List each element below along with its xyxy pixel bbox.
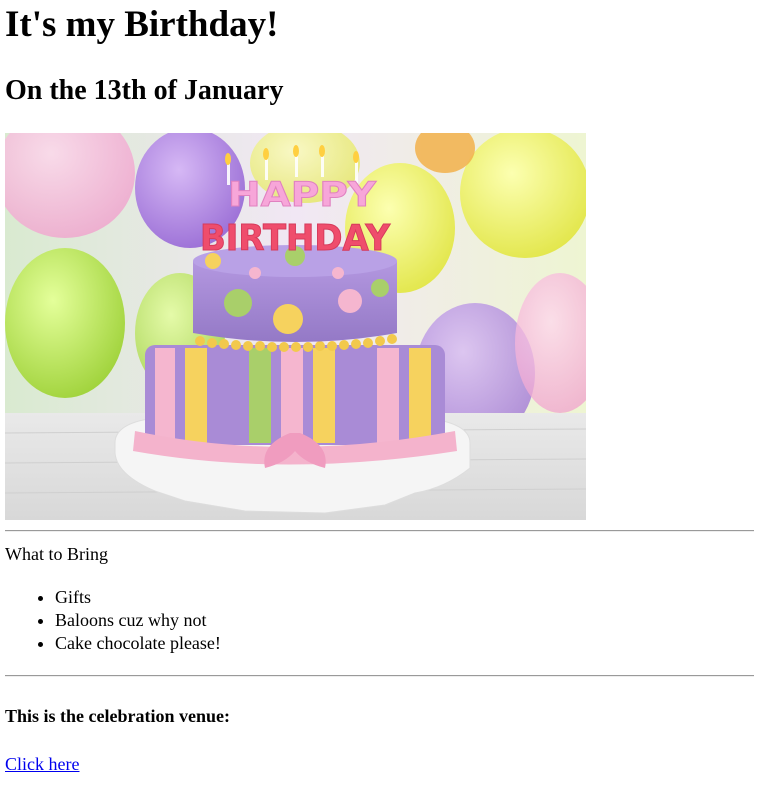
list-item: Cake chocolate please! (55, 632, 221, 655)
divider-bottom (5, 675, 754, 677)
venue-label: This is the celebration venue: (5, 706, 230, 726)
list-item: Baloons cuz why not (55, 609, 221, 632)
cake-text-happy: HAPPY (228, 175, 376, 215)
birthday-cake-image: HAPPY BIRTHDAY (5, 133, 586, 520)
venue-link[interactable]: Click here (5, 753, 79, 775)
list-item: Gifts (55, 586, 221, 609)
what-to-bring-label: What to Bring (5, 544, 108, 564)
divider-top (5, 530, 754, 532)
page-subtitle: On the 13th of January (5, 75, 284, 106)
page-title: It's my Birthday! (5, 4, 279, 45)
bring-list: Gifts Baloons cuz why not Cake chocolate… (5, 586, 221, 655)
cake-text-birthday: BIRTHDAY (200, 218, 391, 259)
